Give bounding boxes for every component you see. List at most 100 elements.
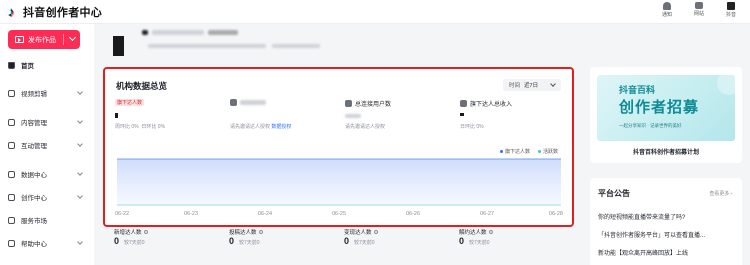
redacted-info	[272, 44, 320, 48]
legend-item[interactable]: 旗下达人数	[499, 148, 530, 155]
help-icon[interactable]	[373, 230, 378, 234]
sidebar-item-label: 视频剪辑	[21, 91, 47, 98]
promo-banner[interactable]: 抖音百科 创作者招募 一起分享知识 · 记录世界的美好	[597, 75, 735, 141]
sidebar-item-label: 首页	[21, 63, 34, 70]
sidebar-item-data[interactable]: 数据中心	[0, 166, 94, 182]
metric-compare: 日环比 0%	[460, 124, 484, 130]
income-icon	[460, 100, 467, 107]
notice-item[interactable]: 新功能【观众离开高峰回放】上线	[598, 248, 736, 257]
publish-button[interactable]: 发布作品	[8, 30, 80, 49]
stat-label: 变现达人数	[344, 230, 372, 236]
stat-posting-creators: 投稿达人数 0 较7天前0	[229, 228, 329, 252]
chart-legend: 旗下达人数 活跃数	[499, 148, 558, 155]
bell-icon	[663, 2, 671, 10]
legend-item[interactable]: 活跃数	[537, 148, 558, 155]
scissors-icon	[8, 89, 15, 97]
x-tick-label: 06-23	[184, 211, 198, 217]
legend-label: 活跃数	[542, 149, 558, 155]
info-icon	[230, 99, 237, 106]
douyin-button[interactable]: 抖音	[720, 2, 742, 18]
sidebar-item-help[interactable]: 帮助中心	[0, 235, 94, 251]
card-title: 机构数据总览	[116, 81, 168, 91]
stat-compare: 较7天前0	[239, 240, 260, 246]
stat-value: 0	[344, 236, 350, 246]
notice-item[interactable]: 你的短视频能直播带来流量了吗?	[598, 212, 736, 221]
logo[interactable]: ♪ ♪ ♪ 抖音创作者中心	[7, 4, 103, 20]
content-icon	[8, 118, 15, 126]
redacted-name	[152, 30, 204, 35]
sidebar-item-label: 创作中心	[21, 195, 47, 202]
stat-label: 投稿达人数	[229, 230, 257, 236]
sidebar-item-label: 互动管理	[21, 143, 47, 150]
notice-card: 平台公告 查看更多 你的短视频能直播带来流量了吗? 「抖音创作者服务平台」可以查…	[590, 178, 742, 265]
redacted-value	[460, 113, 464, 116]
sidebar-item-home[interactable]: 首页	[0, 57, 94, 73]
auth-link[interactable]: 数据授权	[271, 124, 291, 130]
decoration	[717, 75, 735, 95]
stat-label: 新增达人数	[114, 230, 142, 236]
x-tick-label: 06-28	[549, 211, 563, 217]
help-icon	[8, 239, 15, 247]
sidebar-item-label: 服务市场	[21, 218, 47, 225]
chevron-down-icon	[77, 170, 83, 176]
douyin-label: 抖音	[725, 12, 736, 18]
sidebar-item-interaction[interactable]: 互动管理	[0, 137, 94, 153]
sidebar-item-create[interactable]: 创作中心	[0, 189, 94, 205]
notification-button[interactable]: 通知	[656, 2, 678, 18]
stat-monetized-creators: 变现达人数 0 较7天前0	[344, 228, 444, 252]
view-more-link[interactable]: 查看更多	[709, 190, 732, 197]
data-icon	[8, 170, 15, 178]
sidebar-item-content[interactable]: 内容管理	[0, 114, 94, 130]
chevron-down-icon	[77, 239, 83, 245]
metric-authorized[interactable]: 请先邀请达人授权 数据授权	[230, 99, 342, 135]
website-label: 网站	[693, 11, 704, 17]
profile-header	[100, 24, 588, 64]
redacted-name	[208, 30, 238, 35]
publish-label: 发布作品	[28, 36, 56, 44]
chevron-down-icon[interactable]	[68, 33, 77, 42]
series-area	[117, 159, 561, 205]
legend-label: 旗下达人数	[504, 149, 530, 155]
website-button[interactable]: 网站	[688, 2, 710, 18]
chevron-down-icon	[77, 141, 83, 147]
stat-value: 0	[229, 236, 235, 246]
stat-label: 解约达人数	[459, 230, 487, 236]
metric-label: 总连接用户数	[355, 102, 392, 108]
chevron-down-icon	[77, 193, 83, 199]
help-icon[interactable]	[143, 230, 148, 234]
legend-dot	[537, 150, 541, 153]
user-icon	[345, 100, 352, 107]
top-icons: 通知 网站 抖音	[656, 2, 742, 18]
top-bar: ♪ ♪ ♪ 抖音创作者中心 通知 网站 抖音	[0, 0, 750, 24]
metric-total-income[interactable]: 旗下达人总收入 日环比 0%	[460, 99, 572, 135]
help-icon[interactable]	[488, 230, 493, 234]
brand-name: 抖音创作者中心	[23, 7, 103, 19]
chevron-down-icon	[550, 81, 556, 87]
banner-caption[interactable]: 抖音百科创作者招募计划	[590, 147, 742, 156]
help-icon[interactable]	[258, 230, 263, 234]
stat-terminated-creators: 解约达人数 0 较7天前0	[459, 228, 559, 252]
x-tick-label: 06-26	[406, 211, 420, 217]
notice-item[interactable]: 「抖音创作者服务平台」可以查看直播...	[598, 230, 736, 239]
stat-compare: 较7天前0	[354, 240, 375, 246]
douyin-logo-icon: ♪ ♪ ♪	[7, 4, 16, 20]
market-icon	[8, 216, 15, 224]
redacted-value	[115, 113, 118, 118]
metric-total-users[interactable]: 总连接用户数 请先邀请达人授权	[345, 99, 457, 135]
promo-card[interactable]: 抖音百科 创作者招募 一起分享知识 · 记录世界的美好 抖音百科创作者招募计划	[590, 67, 742, 163]
divider	[63, 34, 64, 45]
banner-line3: 一起分享知识 · 记录世界的美好	[619, 123, 682, 128]
video-icon	[15, 36, 24, 43]
legend-dot	[499, 150, 503, 153]
metric-creators[interactable]: 旗下达人数 周环比 0% 日环比 0%	[115, 99, 227, 135]
sidebar-item-market[interactable]: 服务市场	[0, 212, 94, 228]
avatar[interactable]	[113, 36, 124, 56]
metric-compare: 周环比 0% 日环比 0%	[115, 124, 166, 130]
sidebar-item-video-edit[interactable]: 视频剪辑	[0, 85, 94, 101]
metric-hint: 请先邀请达人授权 数据授权	[230, 124, 292, 130]
chevron-down-icon	[77, 89, 83, 95]
chevron-down-icon	[77, 118, 83, 124]
stat-value: 0	[114, 236, 120, 246]
time-label: 时间	[509, 83, 521, 89]
time-range-select[interactable]: 时间 近7日	[503, 79, 561, 91]
